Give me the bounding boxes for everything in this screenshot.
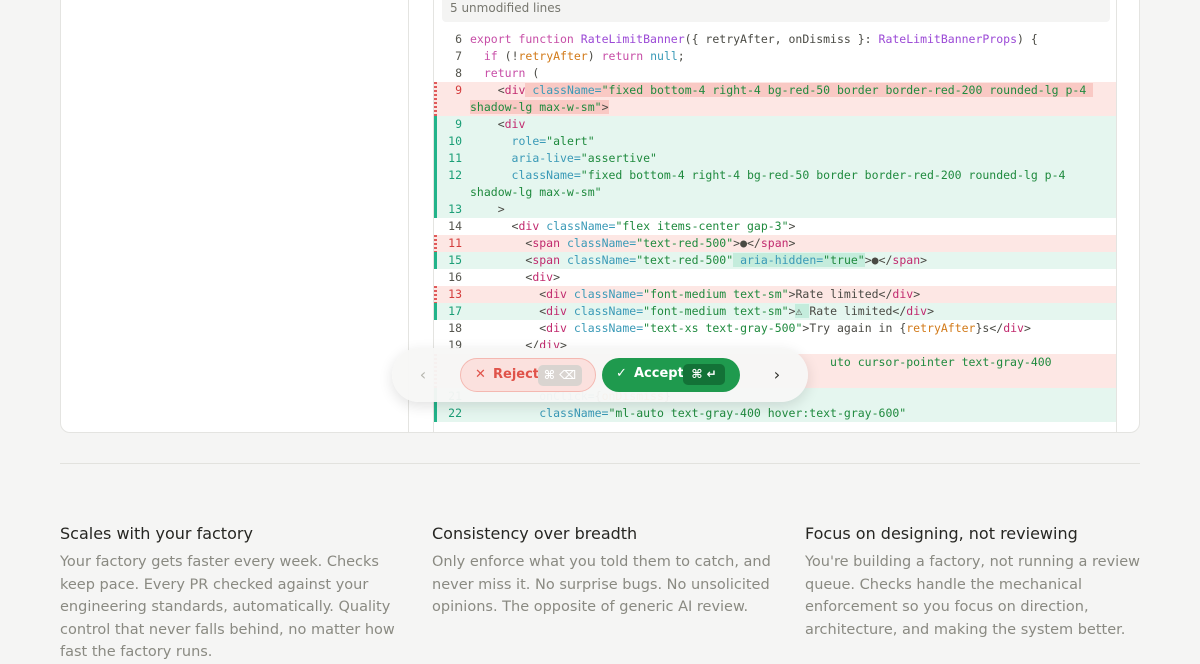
diff-line-removed: 11 <span className="text-red-500">●</spa… <box>434 235 1116 252</box>
code-text: export function RateLimitBanner({ retryA… <box>470 32 1038 46</box>
code-text: <div> <box>470 270 561 284</box>
close-icon: ✕ <box>475 367 486 382</box>
reject-shortcut: ⌘ ⌫ <box>538 365 582 386</box>
next-change-button[interactable]: › <box>764 362 790 388</box>
diff-line: 8 return ( <box>434 65 1116 82</box>
diff-line-added: 17 <div className="font-medium text-sm">… <box>434 303 1116 320</box>
check-icon: ✓ <box>616 366 627 381</box>
code-text: <div className="flex items-center gap-3"… <box>470 219 796 233</box>
code-text: <div className="font-medium text-sm">⚠ R… <box>470 304 934 318</box>
code-text: <span className="text-red-500">●</span> <box>470 236 796 250</box>
section-divider <box>60 463 1140 464</box>
reject-button[interactable]: ✕ Reject ⌘ ⌫ <box>460 358 596 392</box>
diff-line: 6 export function RateLimitBanner({ retry… <box>434 31 1116 48</box>
line-number: 13 <box>448 202 462 216</box>
feature-body: You're building a factory, not running a… <box>805 554 1140 638</box>
line-number: 13 <box>448 287 462 301</box>
left-pane <box>61 0 409 432</box>
line-number: 10 <box>448 134 462 148</box>
code-text: > <box>470 202 505 216</box>
unmodified-lines-toggle[interactable]: 5 unmodified lines <box>442 0 1110 22</box>
code-text: <div className="font-medium text-sm">Rat… <box>470 287 921 301</box>
code-text: className="fixed bottom-4 right-4 bg-red… <box>470 168 1073 199</box>
line-number: 22 <box>448 406 462 420</box>
code-text: <div <box>470 117 526 131</box>
diff-line-added: 11 aria-live="assertive" <box>434 150 1116 167</box>
diff-line: 18 <div className="text-xs text-gray-500… <box>434 320 1116 337</box>
review-toolbar: ‹ ✕ Reject ⌘ ⌫ ✓ Accept ⌘ ↵ › <box>392 348 808 402</box>
line-number: 8 <box>455 66 462 80</box>
line-number: 7 <box>455 49 462 63</box>
line-number: 9 <box>455 83 462 97</box>
feature-consistency: Consistency over breadth Only enforce wh… <box>432 524 782 619</box>
feature-body: Only enforce what you told them to catch… <box>432 554 771 615</box>
code-text: <div className="fixed bottom-4 right-4 b… <box>470 83 1094 114</box>
accept-label: Accept <box>634 366 684 381</box>
diff-line-added: 12 className="fixed bottom-4 right-4 bg-… <box>434 167 1116 201</box>
previous-change-button[interactable]: ‹ <box>410 362 436 388</box>
feature-title: Consistency over breadth <box>432 524 638 543</box>
accept-button[interactable]: ✓ Accept ⌘ ↵ <box>602 358 740 392</box>
diff-line-added: 15 <span className="text-red-500" aria-h… <box>434 252 1116 269</box>
feature-title: Scales with your factory <box>60 524 253 543</box>
diff-line-added: 10 role="alert" <box>434 133 1116 150</box>
code-text: return ( <box>483 66 540 80</box>
line-number: 11 <box>448 236 462 250</box>
code-text: aria-live="assertive" <box>511 151 657 165</box>
line-number: 6 <box>455 32 462 46</box>
feature-title: Focus on designing, not reviewing <box>805 524 1078 543</box>
line-number: 18 <box>448 321 462 335</box>
line-number: 12 <box>448 168 462 182</box>
code-text: if (!retryAfter) return null; <box>483 49 685 63</box>
diff-line-added: 13 > <box>434 201 1116 218</box>
line-number: 15 <box>448 253 462 267</box>
accept-shortcut: ⌘ ↵ <box>683 364 725 385</box>
diff-line-removed: 13 <div className="font-medium text-sm">… <box>434 286 1116 303</box>
diff-line: 14 <div className="flex items-center gap… <box>434 218 1116 235</box>
diff-line-added: 9 <div <box>434 116 1116 133</box>
reject-label: Reject <box>493 367 540 382</box>
diff-line: 16 <div> <box>434 269 1116 286</box>
line-number: 16 <box>448 270 462 284</box>
diff-line-removed: 9 <div className="fixed bottom-4 right-4… <box>434 82 1116 116</box>
code-text: role="alert" <box>511 134 595 148</box>
line-number: 17 <box>448 304 462 318</box>
feature-focus: Focus on designing, not reviewing You're… <box>805 524 1155 641</box>
diff-line: 7 if (!retryAfter) return null; <box>434 48 1116 65</box>
diff-line-added: 22 className="ml-auto text-gray-400 hove… <box>434 405 1116 422</box>
code-text: <div className="text-xs text-gray-500">T… <box>470 321 1031 335</box>
feature-body: Your factory gets faster every week. Che… <box>60 554 395 660</box>
code-text: className="ml-auto text-gray-400 hover:t… <box>539 406 907 420</box>
line-number: 11 <box>448 151 462 165</box>
line-number: 14 <box>448 219 462 233</box>
line-number: 9 <box>455 117 462 131</box>
code-text: <span className="text-red-500" aria-hidd… <box>470 253 928 267</box>
feature-scales: Scales with your factory Your factory ge… <box>60 524 410 664</box>
